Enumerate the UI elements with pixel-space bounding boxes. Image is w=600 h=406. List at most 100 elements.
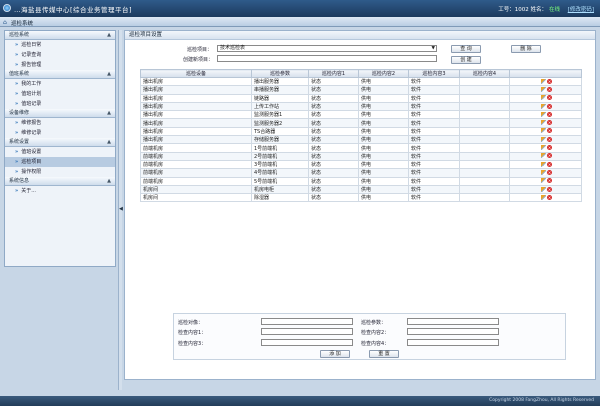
sidebar-item-repair-report[interactable]: » 维修报告 (5, 118, 115, 128)
edit-icon[interactable] (541, 136, 546, 142)
table-cell: 前端机房 (140, 168, 252, 178)
app-logo-icon (3, 4, 11, 12)
change-password-link[interactable]: [修改密码] (568, 5, 594, 13)
double-chevron-icon: » (15, 188, 19, 194)
delete-icon[interactable]: × (547, 78, 552, 84)
sidebar-item-daily[interactable]: » 巡检日常 (5, 40, 115, 50)
sidebar-section-maintenance[interactable]: 设备维修 ▲ (5, 109, 115, 118)
delete-icon[interactable]: × (547, 95, 552, 101)
edit-icon[interactable] (541, 95, 546, 101)
sidebar-splitter[interactable]: ◀ (118, 30, 123, 390)
row-actions: × (509, 93, 582, 103)
edit-icon[interactable] (541, 169, 546, 175)
home-icon[interactable]: ⌂ (3, 19, 7, 26)
row-actions: × (509, 76, 582, 87)
sidebar-item-duty-records[interactable]: » 值班记录 (5, 99, 115, 109)
edit-icon[interactable] (541, 103, 546, 109)
sidebar-item-permissions[interactable]: » 操作权限 (5, 167, 115, 177)
collapse-icon[interactable]: ▲ (107, 138, 111, 147)
collapse-icon[interactable]: ▲ (107, 31, 111, 40)
table-cell: 串播服务器 (251, 85, 309, 95)
table-cell: 3号前端机 (251, 159, 309, 170)
delete-icon[interactable]: × (547, 153, 552, 159)
column-header: 巡检内容2 (358, 69, 409, 78)
delete-icon[interactable]: × (547, 194, 552, 200)
sidebar-section-duty[interactable]: 值班系统 ▲ (5, 70, 115, 79)
new-project-input[interactable] (217, 55, 437, 62)
breadcrumb-bar: ⌂ 巡检系统 (0, 17, 600, 27)
column-header: 巡检内容1 (308, 69, 359, 78)
collapse-icon[interactable]: ▲ (107, 70, 111, 79)
device-label: 巡检对像： (178, 320, 204, 326)
sidebar-item-my-work[interactable]: » 我的工作 (5, 79, 115, 89)
collapse-sidebar-icon[interactable]: ◀ (119, 206, 123, 212)
edit-icon[interactable] (541, 145, 546, 151)
project-select[interactable]: 技术巡检表 ▼ (217, 45, 437, 52)
delete-icon[interactable]: × (547, 86, 552, 92)
delete-button[interactable]: 删 除 (511, 45, 541, 53)
delete-icon[interactable]: × (547, 103, 552, 109)
edit-icon[interactable] (541, 186, 546, 192)
double-chevron-icon: » (15, 62, 19, 68)
table-cell: 软件 (408, 193, 460, 203)
edit-icon[interactable] (541, 194, 546, 200)
row-actions: × (509, 159, 582, 170)
create-button[interactable]: 创 建 (451, 56, 481, 64)
edit-icon[interactable] (541, 178, 546, 184)
table-cell: 状态 (308, 184, 359, 195)
param-input[interactable] (407, 318, 499, 325)
delete-icon[interactable]: × (547, 186, 552, 192)
delete-icon[interactable]: × (547, 145, 552, 151)
edit-icon[interactable] (541, 120, 546, 126)
table-cell: 播出机房 (140, 135, 252, 145)
table-cell (459, 143, 510, 153)
delete-icon[interactable]: × (547, 128, 552, 134)
delete-icon[interactable]: × (547, 136, 552, 142)
table-cell: 播出机房 (140, 110, 252, 120)
row-actions: × (509, 151, 582, 161)
double-chevron-icon: » (15, 169, 19, 175)
edit-icon[interactable] (541, 161, 546, 167)
delete-icon[interactable]: × (547, 111, 552, 117)
sidebar-section-info[interactable]: 系统信息 ▲ (5, 177, 115, 186)
edit-icon[interactable] (541, 153, 546, 159)
table-cell: 软件 (408, 93, 460, 103)
collapse-icon[interactable]: ▲ (107, 109, 111, 118)
content1-input[interactable] (261, 328, 353, 335)
sidebar-section-inspection[interactable]: 巡检系统 ▲ (5, 31, 115, 40)
edit-icon[interactable] (541, 111, 546, 117)
reset-button[interactable]: 重 置 (369, 350, 399, 358)
sidebar-item-duty-plan[interactable]: » 值班计划 (5, 89, 115, 99)
table-cell (459, 93, 510, 103)
table-cell: 存储服务器 (251, 135, 309, 145)
content2-input[interactable] (407, 328, 499, 335)
edit-icon[interactable] (541, 78, 546, 84)
edit-icon[interactable] (541, 86, 546, 92)
delete-icon[interactable]: × (547, 161, 552, 167)
sidebar-item-about[interactable]: » 关于... (5, 186, 115, 196)
table-cell: 监测服务器2 (251, 118, 309, 128)
delete-icon[interactable]: × (547, 120, 552, 126)
double-chevron-icon: » (15, 81, 19, 87)
sidebar-item-records[interactable]: » 记录查询 (5, 50, 115, 60)
sidebar-item-duty-settings[interactable]: » 值班设置 (5, 147, 115, 157)
sidebar-item-reports[interactable]: » 报告管理 (5, 60, 115, 70)
delete-icon[interactable]: × (547, 169, 552, 175)
table-cell: 播出机房 (140, 93, 252, 103)
add-button[interactable]: 添 加 (320, 350, 350, 358)
sidebar-item-inspection-items[interactable]: » 巡检项目 (5, 157, 115, 167)
edit-icon[interactable] (541, 128, 546, 134)
sidebar-item-repair-records[interactable]: » 维修记录 (5, 128, 115, 138)
row-actions: × (509, 135, 582, 145)
sidebar-item-label: 维修报告 (21, 120, 42, 126)
table-row: 机房间 除湿器 状态 供电 软件 × (140, 193, 582, 203)
device-input[interactable] (261, 318, 353, 325)
sidebar-section-settings[interactable]: 系统设置 ▲ (5, 138, 115, 147)
sidebar-item-label: 操作权限 (21, 169, 42, 175)
collapse-icon[interactable]: ▲ (107, 177, 111, 186)
delete-icon[interactable]: × (547, 178, 552, 184)
content3-input[interactable] (261, 339, 353, 346)
table-cell: 软件 (408, 143, 460, 153)
content4-input[interactable] (407, 339, 499, 346)
query-button[interactable]: 查 询 (451, 45, 481, 53)
